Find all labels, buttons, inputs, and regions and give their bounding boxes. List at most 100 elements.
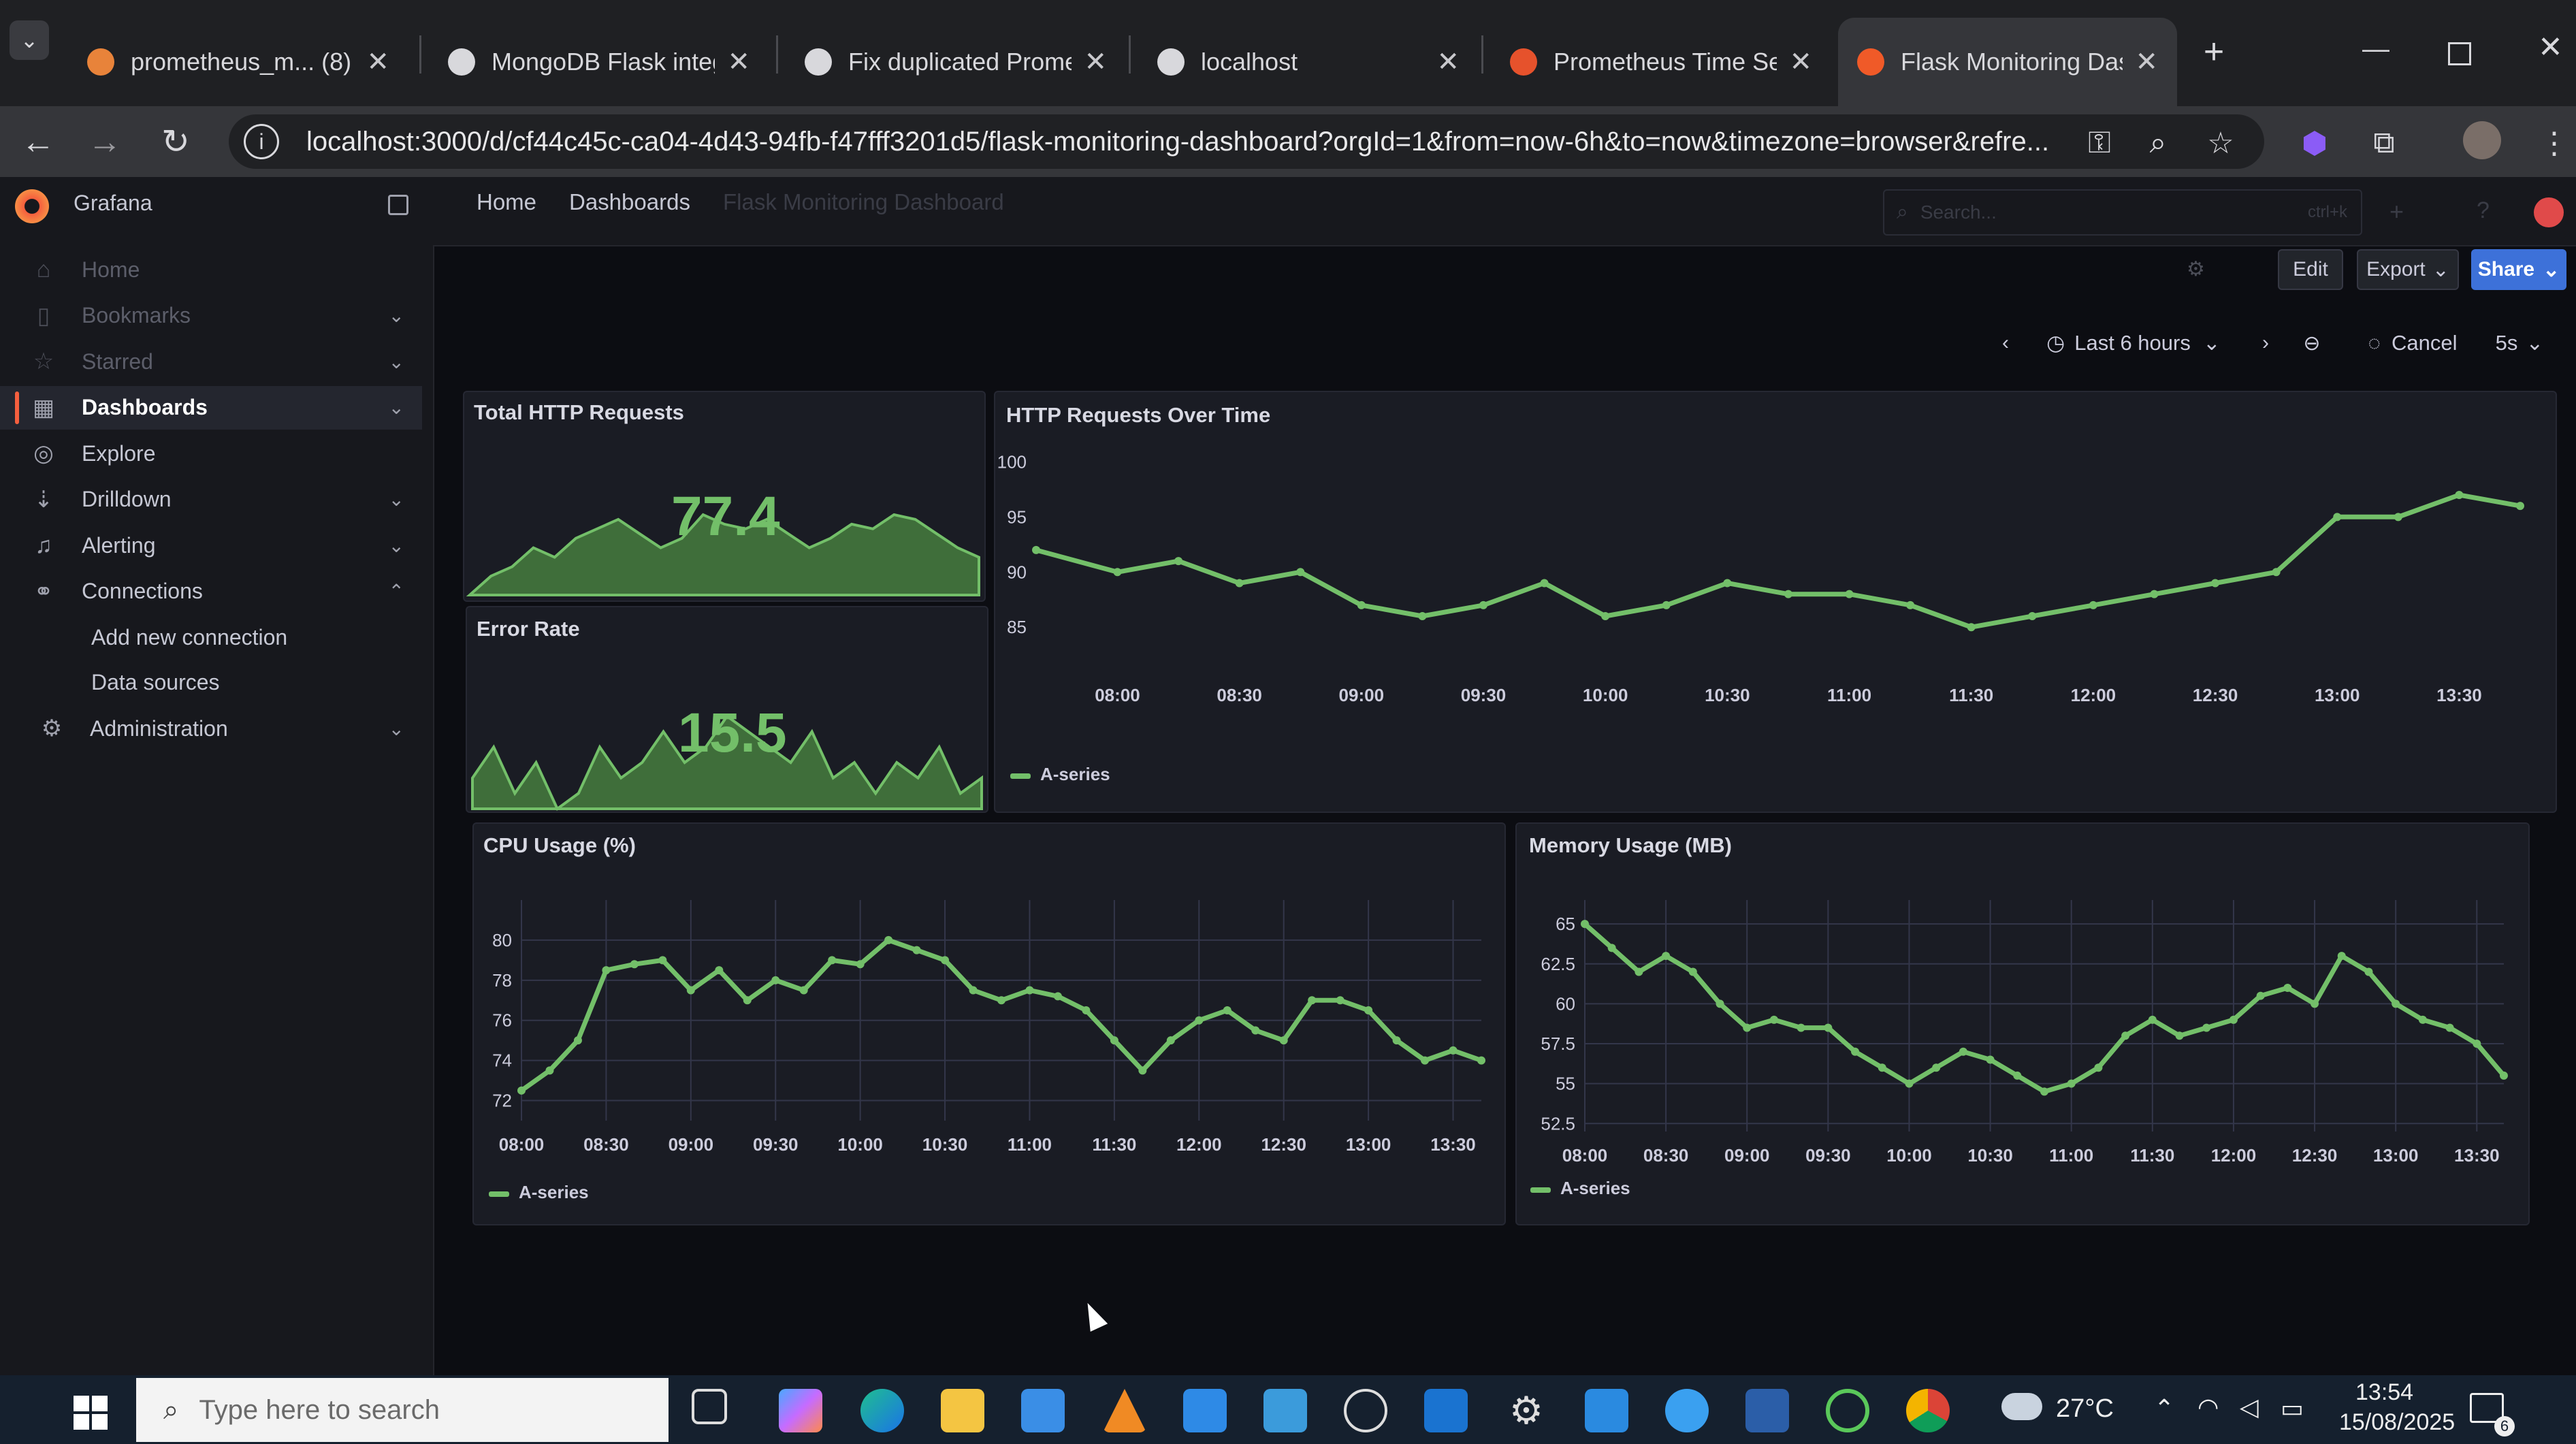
zoom-out-button[interactable]: ⊖	[2291, 323, 2332, 364]
help-icon[interactable]: ?	[2477, 197, 2490, 224]
share-button[interactable]: Share ⌄	[2471, 249, 2566, 290]
tab-close-icon[interactable]: ✕	[1436, 46, 1460, 78]
taskbar-search-box[interactable]: ⌕ Type here to search	[136, 1378, 669, 1442]
outlook-icon[interactable]	[1424, 1389, 1468, 1432]
menu-item-alerting[interactable]: ♫ Alerting ⌄	[0, 524, 422, 567]
file-explorer-icon[interactable]	[941, 1389, 984, 1432]
chrome-icon[interactable]	[1906, 1389, 1950, 1432]
battery-icon[interactable]: ▭	[2281, 1394, 2304, 1423]
chevron-down-icon: ⌄	[388, 718, 404, 739]
vscode-icon[interactable]	[1585, 1389, 1628, 1432]
settings-icon[interactable]: ⚙	[1504, 1389, 1548, 1432]
tab-close-icon[interactable]: ✕	[1789, 46, 1812, 78]
menu-item-administration[interactable]: ⚙ Administration ⌄	[0, 707, 422, 750]
panel-http-over-time[interactable]: 85 90 95 100 08:00 08:30 09:00 09:30 10:00 10:30 1…	[994, 391, 2557, 813]
breadcrumb-home[interactable]: Home	[477, 189, 536, 215]
export-label: Export	[2366, 258, 2426, 280]
reload-button[interactable]: ↻	[147, 113, 204, 170]
copilot-icon[interactable]	[779, 1389, 822, 1432]
dock-menu-icon[interactable]	[388, 195, 408, 215]
dashboard-settings-icon[interactable]: ⚙	[2187, 257, 2205, 281]
back-button[interactable]: ←	[10, 113, 67, 170]
data-point	[602, 966, 611, 975]
zoom-icon[interactable]: ⌕	[2138, 123, 2178, 163]
browser-tab[interactable]: localhost ✕	[1138, 18, 1479, 106]
x-tick-label: 10:30	[922, 1134, 968, 1155]
data-point	[2311, 999, 2319, 1008]
panel-memory-usage[interactable]: 52.5 55 57.5 60 62.5 65 08:00 08:30 09:00 09:30 10…	[1515, 822, 2530, 1225]
x-tick-label: 10:30	[1967, 1145, 2013, 1166]
mouse-cursor	[1078, 1298, 1108, 1332]
data-point	[1296, 568, 1305, 577]
add-icon[interactable]: +	[2389, 197, 2404, 226]
wifi-icon[interactable]: ◠	[2197, 1393, 2219, 1422]
close-window-button[interactable]: ✕	[2538, 30, 2563, 65]
bookmark-star-icon[interactable]: ☆	[2200, 123, 2241, 163]
menu-item-bookmarks[interactable]: ▯ Bookmarks ⌄	[0, 294, 422, 338]
tab-close-icon[interactable]: ✕	[1084, 46, 1107, 78]
clock-time[interactable]: 13:54	[2355, 1379, 2413, 1406]
address-bar[interactable]: i localhost:3000/d/cf44c45c-ca04-4d43-94…	[229, 114, 2264, 169]
password-key-icon[interactable]: ⚿	[2079, 123, 2120, 163]
cancel-refresh-button[interactable]: ◌ Cancel	[2351, 323, 2474, 364]
restore-button[interactable]	[2448, 42, 2471, 65]
browser-tab[interactable]: Flask Monitoring Das ✕	[1838, 18, 2177, 106]
profile-avatar[interactable]	[2463, 121, 2501, 159]
store-icon[interactable]	[1183, 1389, 1227, 1432]
forward-button[interactable]: →	[76, 113, 133, 170]
new-tab-button[interactable]: +	[2193, 31, 2234, 72]
refresh-interval-picker[interactable]: 5s ⌄	[2482, 323, 2557, 364]
extensions-icon[interactable]: ⧉	[2364, 123, 2404, 163]
windows-start-icon[interactable]	[74, 1396, 108, 1430]
tab-close-icon[interactable]: ✕	[727, 46, 750, 78]
clock-date[interactable]: 15/08/2025	[2339, 1409, 2455, 1436]
tab-title: prometheus_m... (8) -	[131, 48, 355, 76]
user-avatar[interactable]	[2534, 197, 2564, 227]
grafana-search-box[interactable]: ⌕ Search... ctrl+k	[1883, 189, 2362, 236]
mail-icon[interactable]	[1021, 1389, 1065, 1432]
minimize-button[interactable]: —	[2362, 34, 2389, 65]
tab-title: localhost	[1201, 48, 1298, 76]
menu-item-drilldown[interactable]: ⇣ Drilldown ⌄	[0, 478, 422, 522]
browser-menu-icon[interactable]: ⋮	[2534, 123, 2575, 163]
browser-tab[interactable]: Fix duplicated Prome ✕	[786, 18, 1126, 106]
edit-button[interactable]: Edit	[2278, 249, 2343, 290]
tab-close-icon[interactable]: ✕	[2135, 46, 2158, 78]
tray-chevron-icon[interactable]: ⌃	[2154, 1394, 2174, 1423]
breadcrumb-dashboards[interactable]: Dashboards	[569, 189, 690, 215]
url-text[interactable]: localhost:3000/d/cf44c45c-ca04-4d43-94fb…	[306, 127, 2049, 157]
volume-icon[interactable]: ◁	[2240, 1393, 2259, 1422]
menu-item-home[interactable]: ⌂ Home	[0, 248, 422, 291]
browser-tab[interactable]: prometheus_m... (8) - ✕	[68, 18, 408, 106]
data-sources-link[interactable]: Data sources	[91, 670, 220, 695]
tab-list-button[interactable]: ⌄	[10, 20, 49, 60]
panel-cpu-usage[interactable]: 72 74 76 78 80 08:00 08:30 09:00 09:30 10:00 10:30…	[472, 822, 1506, 1225]
photos-icon[interactable]	[1263, 1389, 1307, 1432]
time-forward-button[interactable]: ›	[2247, 323, 2285, 364]
time-back-button[interactable]: ‹	[1986, 323, 2025, 364]
y-tick-label: 90	[1007, 562, 1027, 582]
terminal-icon[interactable]	[1745, 1389, 1789, 1432]
site-info-icon[interactable]: i	[244, 124, 279, 159]
task-view-icon[interactable]	[692, 1389, 727, 1424]
menu-item-label: Bookmarks	[82, 303, 191, 327]
export-button[interactable]: Export ⌄	[2357, 249, 2459, 290]
grafana-logo[interactable]	[15, 189, 49, 223]
add-new-connection-link[interactable]: Add new connection	[91, 625, 287, 650]
edge-icon[interactable]	[860, 1389, 904, 1432]
time-range-picker[interactable]: ◷ Last 6 hours ⌄	[2031, 323, 2236, 364]
tab-close-icon[interactable]: ✕	[366, 46, 389, 78]
menu-item-connections[interactable]: ⚭ Connections ⌃	[0, 570, 422, 613]
menu-item-explore[interactable]: ◎ Explore	[0, 432, 422, 475]
app-green-icon[interactable]	[1826, 1389, 1869, 1432]
browser-tab[interactable]: MongoDB Flask integ ✕	[429, 18, 769, 106]
refresh-interval-label: 5s	[2495, 331, 2518, 355]
app-blue-icon[interactable]	[1665, 1389, 1709, 1432]
extension-colored-icon[interactable]: ⬢	[2294, 123, 2335, 163]
menu-item-starred[interactable]: ☆ Starred ⌄	[0, 340, 422, 383]
media-player-icon[interactable]	[1344, 1389, 1387, 1432]
menu-item-dashboards[interactable]: ▦ Dashboards ⌄	[0, 385, 422, 430]
browser-tab[interactable]: Prometheus Time Se ✕	[1491, 18, 1831, 106]
tab-separator	[1481, 35, 1483, 74]
weather-temp[interactable]: 27°C	[2056, 1394, 2114, 1424]
